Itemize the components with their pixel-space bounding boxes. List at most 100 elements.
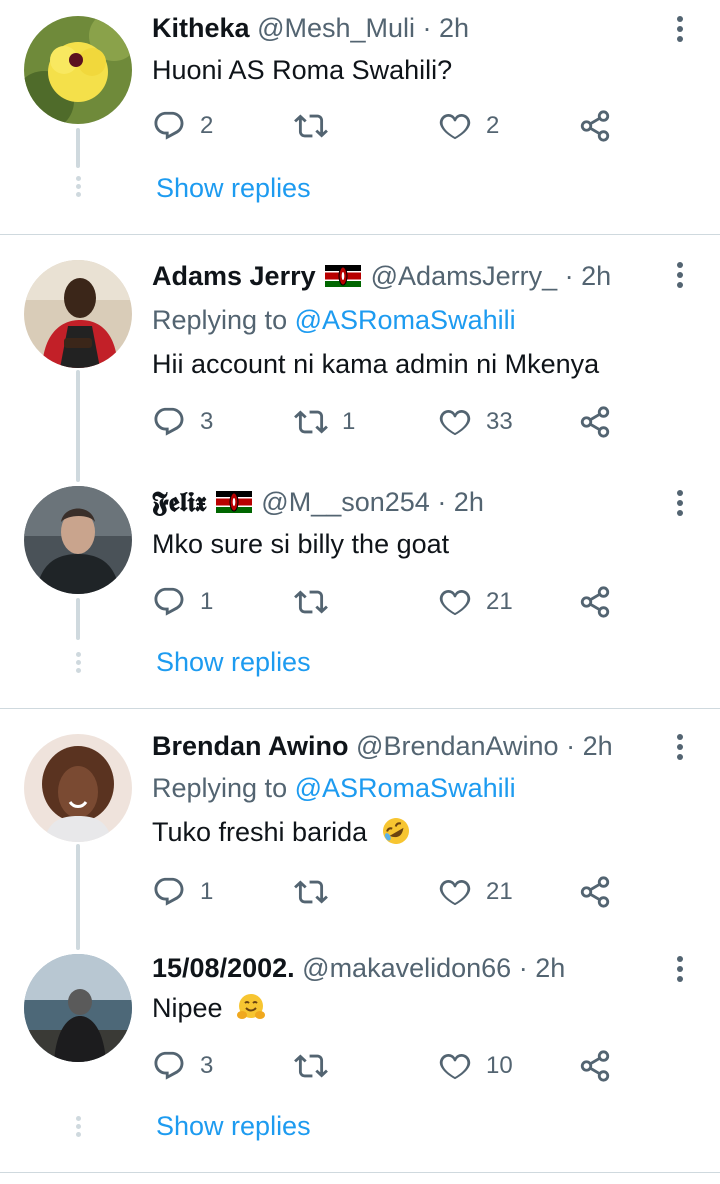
user-handle[interactable]: @AdamsJerry_ bbox=[371, 261, 557, 291]
reply-count: 3 bbox=[200, 408, 214, 435]
reply-icon bbox=[152, 405, 186, 439]
reply-icon bbox=[152, 109, 186, 143]
user-handle[interactable]: @BrendanAwino bbox=[356, 731, 559, 761]
avatar[interactable] bbox=[24, 734, 132, 842]
timestamp[interactable]: · 2h bbox=[565, 261, 612, 291]
share-icon bbox=[578, 1049, 612, 1083]
thread-dots bbox=[74, 176, 82, 200]
reply-count: 2 bbox=[200, 112, 214, 139]
reply-icon bbox=[152, 1049, 186, 1083]
tweet-actions: 3 1 33 bbox=[152, 402, 622, 442]
tweet-actions: 1 21 bbox=[152, 872, 622, 912]
tweet-header: 15/08/2002. @makavelidon66 · 2h bbox=[152, 952, 565, 984]
thread-dots bbox=[74, 652, 82, 676]
share-button[interactable] bbox=[578, 1046, 612, 1086]
display-name[interactable]: Brendan Awino bbox=[152, 731, 349, 761]
timestamp[interactable]: · 2h bbox=[566, 731, 613, 761]
reply-icon bbox=[152, 875, 186, 909]
timestamp[interactable]: · 2h bbox=[437, 487, 484, 517]
like-count: 21 bbox=[486, 588, 513, 615]
thread-line bbox=[76, 844, 80, 950]
retweet-button[interactable] bbox=[294, 872, 342, 912]
retweet-button[interactable] bbox=[294, 106, 342, 146]
share-button[interactable] bbox=[578, 106, 612, 146]
tweet-text: Nipee bbox=[152, 992, 266, 1024]
like-count: 2 bbox=[486, 112, 500, 139]
like-button[interactable]: 10 bbox=[438, 1046, 513, 1086]
more-options-icon[interactable] bbox=[676, 956, 684, 986]
user-handle[interactable]: @makavelidon66 bbox=[302, 953, 511, 983]
user-handle[interactable]: @Mesh_Muli bbox=[257, 13, 415, 43]
show-replies-link[interactable]: Show replies bbox=[156, 1110, 311, 1142]
tweet-header: Brendan Awino @BrendanAwino · 2h bbox=[152, 730, 613, 762]
reply-button[interactable]: 2 bbox=[152, 106, 213, 146]
user-handle[interactable]: @M__son254 bbox=[261, 487, 430, 517]
like-count: 10 bbox=[486, 1052, 513, 1079]
tweet-text-content: Tuko freshi barida bbox=[152, 817, 368, 847]
retweet-button[interactable] bbox=[294, 1046, 342, 1086]
reply-button[interactable]: 1 bbox=[152, 872, 213, 912]
avatar[interactable] bbox=[24, 260, 132, 368]
like-count: 21 bbox=[486, 878, 513, 905]
timestamp[interactable]: · 2h bbox=[519, 953, 566, 983]
share-icon bbox=[578, 109, 612, 143]
reply-button[interactable]: 3 bbox=[152, 402, 213, 442]
more-options-icon[interactable] bbox=[676, 16, 684, 46]
tweet-text: Hii account ni kama admin ni Mkenya bbox=[152, 349, 600, 379]
avatar[interactable] bbox=[24, 486, 132, 594]
retweet-button[interactable] bbox=[294, 582, 342, 622]
show-replies-link[interactable]: Show replies bbox=[156, 646, 311, 678]
replying-to: Replying to @ASRomaSwahili bbox=[152, 772, 516, 804]
retweet-count: 1 bbox=[342, 408, 356, 435]
like-button[interactable]: 21 bbox=[438, 582, 513, 622]
avatar[interactable] bbox=[24, 954, 132, 1062]
avatar[interactable] bbox=[24, 16, 132, 124]
tweet-text: Huoni AS Roma Swahili? bbox=[152, 55, 453, 85]
thread-line bbox=[76, 598, 80, 640]
thread-line bbox=[76, 128, 80, 168]
divider bbox=[0, 708, 720, 709]
share-icon bbox=[578, 875, 612, 909]
tweet-header: 𝕱𝖊𝖑𝖎𝖝 @M__son254 · 2h bbox=[152, 486, 484, 519]
retweet-button[interactable]: 1 bbox=[294, 402, 355, 442]
kenya-flag-icon bbox=[325, 265, 361, 287]
more-options-icon[interactable] bbox=[676, 490, 684, 520]
more-options-icon[interactable] bbox=[676, 262, 684, 292]
display-name[interactable]: Adams Jerry bbox=[152, 261, 316, 291]
reply-count: 3 bbox=[200, 1052, 214, 1079]
share-icon bbox=[578, 405, 612, 439]
like-button[interactable]: 2 bbox=[438, 106, 499, 146]
share-button[interactable] bbox=[578, 582, 612, 622]
replying-to-link[interactable]: @ASRomaSwahili bbox=[295, 773, 516, 803]
display-name[interactable]: 𝕱𝖊𝖑𝖎𝖝 bbox=[152, 487, 206, 518]
retweet-icon bbox=[294, 405, 328, 439]
kenya-flag-icon bbox=[216, 491, 252, 513]
timestamp[interactable]: · 2h bbox=[423, 13, 470, 43]
more-options-icon[interactable] bbox=[676, 734, 684, 764]
tweet-text: Mko sure si billy the goat bbox=[152, 529, 450, 559]
replying-to-link[interactable]: @ASRomaSwahili bbox=[295, 305, 516, 335]
tweet-actions: 2 2 bbox=[152, 106, 622, 146]
reply-icon bbox=[152, 585, 186, 619]
share-button[interactable] bbox=[578, 402, 612, 442]
reply-button[interactable]: 3 bbox=[152, 1046, 213, 1086]
like-count: 33 bbox=[486, 408, 513, 435]
heart-icon bbox=[438, 405, 472, 439]
like-button[interactable]: 21 bbox=[438, 872, 513, 912]
display-name[interactable]: 15/08/2002. bbox=[152, 953, 295, 983]
share-icon bbox=[578, 585, 612, 619]
share-button[interactable] bbox=[578, 872, 612, 912]
reply-button[interactable]: 1 bbox=[152, 582, 213, 622]
display-name[interactable]: Kitheka bbox=[152, 13, 250, 43]
replying-prefix: Replying to bbox=[152, 773, 288, 803]
retweet-icon bbox=[294, 1049, 328, 1083]
like-button[interactable]: 33 bbox=[438, 402, 513, 442]
retweet-icon bbox=[294, 875, 328, 909]
divider bbox=[0, 1172, 720, 1173]
heart-icon bbox=[438, 109, 472, 143]
heart-icon bbox=[438, 1049, 472, 1083]
tweet-actions: 1 21 bbox=[152, 582, 622, 622]
replying-prefix: Replying to bbox=[152, 305, 288, 335]
tweet-header: Kitheka @Mesh_Muli · 2h bbox=[152, 12, 469, 44]
show-replies-link[interactable]: Show replies bbox=[156, 172, 311, 204]
